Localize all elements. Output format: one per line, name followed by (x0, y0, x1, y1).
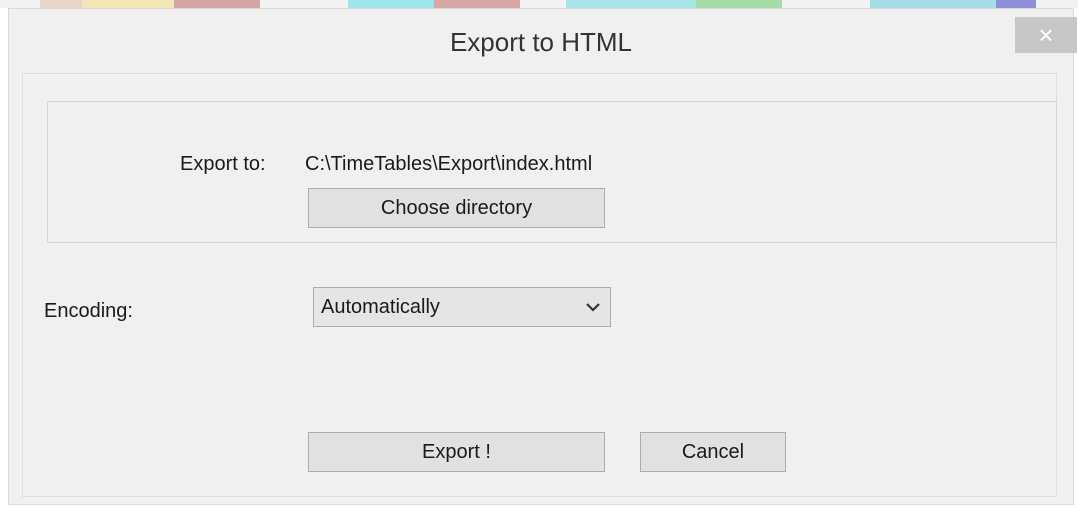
export-path: C:\TimeTables\Export\index.html (305, 153, 593, 175)
export-button[interactable]: Export ! (308, 432, 605, 472)
background-stripe (520, 0, 566, 8)
background-stripe (0, 0, 40, 8)
choose-directory-button[interactable]: Choose directory (308, 188, 605, 228)
background-stripe (566, 0, 696, 8)
background-stripe (434, 0, 520, 8)
encoding-selected-value: Automatically (321, 296, 440, 318)
export-to-label: Export to: (180, 153, 266, 175)
background-stripe (696, 0, 782, 8)
chevron-down-icon (586, 303, 600, 312)
cancel-button[interactable]: Cancel (640, 432, 786, 472)
close-icon: × (1038, 20, 1054, 50)
background-stripe (870, 0, 996, 8)
background-stripe (1036, 0, 1078, 8)
background-stripe (82, 0, 174, 8)
background-stripe (348, 0, 434, 8)
background-stripe (996, 0, 1036, 8)
close-button[interactable]: × (1015, 17, 1077, 53)
background-window-strip (0, 0, 1078, 8)
dialog-content: Export to: C:\TimeTables\Export\index.ht… (22, 73, 1057, 497)
encoding-label: Encoding: (44, 300, 133, 322)
background-stripe (782, 0, 870, 8)
encoding-select[interactable]: Automatically (313, 287, 611, 327)
background-stripe (40, 0, 82, 8)
dialog-title: Export to HTML (449, 27, 633, 57)
background-stripe (260, 0, 348, 8)
export-dialog: Export to HTML × Export to: C:\TimeTable… (8, 8, 1077, 505)
background-stripe (174, 0, 260, 8)
